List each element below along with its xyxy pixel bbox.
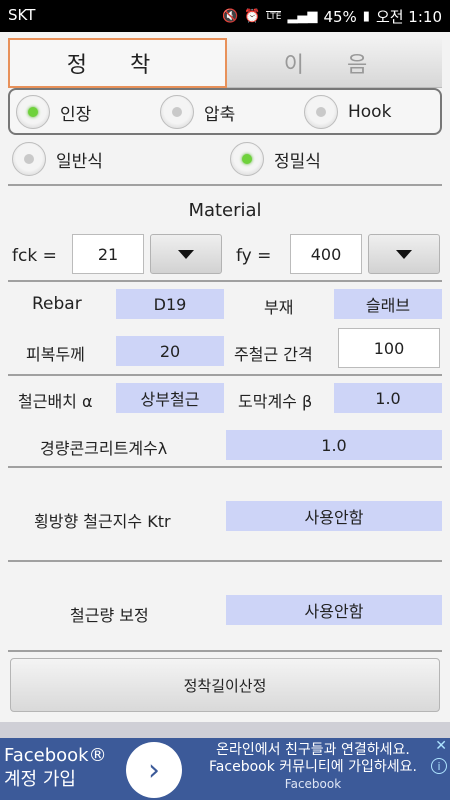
ad-line2: Facebook 커뮤니티에 가입하세요. bbox=[209, 759, 417, 775]
dropdown-arrow-icon bbox=[178, 249, 194, 259]
radio-selected-icon bbox=[230, 142, 264, 176]
fck-input[interactable]: 21 bbox=[72, 234, 144, 274]
correction-select[interactable]: 사용안함 bbox=[226, 595, 442, 625]
radio-label: Hook bbox=[348, 102, 392, 122]
divider bbox=[8, 374, 442, 376]
ad-brand-line2: 계정 가입 bbox=[4, 769, 76, 790]
radio-label: 일반식 bbox=[56, 151, 103, 172]
divider bbox=[8, 650, 442, 652]
fy-label: fy = bbox=[236, 246, 272, 266]
radio-precise[interactable]: 정밀식 bbox=[230, 142, 321, 176]
ad-source: Facebook bbox=[284, 777, 342, 791]
rebar-label: Rebar bbox=[32, 294, 82, 314]
info-icon[interactable]: i bbox=[431, 758, 447, 774]
member-select[interactable]: 슬래브 bbox=[334, 289, 442, 319]
cover-label: 피복두께 bbox=[26, 345, 85, 364]
cover-select[interactable]: 20 bbox=[116, 336, 224, 366]
app-content: 정 착 이 음 인장 압축 Hook 일반식 정밀식 Material fck … bbox=[0, 32, 450, 722]
divider bbox=[8, 466, 442, 468]
fck-dropdown-button[interactable] bbox=[150, 234, 222, 274]
status-icons: 🔇 ⏰ LTE ▂▄▆ 45% ▮ 오전 1:10 bbox=[222, 6, 442, 27]
radio-label: 정밀식 bbox=[274, 151, 321, 172]
lightweight-label: 경량콘크리트계수λ bbox=[40, 439, 168, 458]
correction-label: 철근량 보정 bbox=[70, 606, 149, 625]
ktr-label: 횡방향 철근지수 Ktr bbox=[34, 512, 171, 531]
chevron-right-icon: › bbox=[148, 752, 160, 788]
status-bar: SKT 🔇 ⏰ LTE ▂▄▆ 45% ▮ 오전 1:10 bbox=[0, 0, 450, 32]
divider bbox=[8, 560, 442, 562]
placement-select[interactable]: 상부철근 bbox=[116, 383, 224, 413]
calculate-length-button[interactable]: 정착길이산정 bbox=[10, 658, 440, 712]
radio-label: 인장 bbox=[60, 104, 92, 125]
dropdown-arrow-icon bbox=[396, 249, 412, 259]
carrier-name: SKT bbox=[8, 6, 36, 24]
ad-brand: Facebook® 계정 가입 bbox=[4, 744, 107, 792]
tab-splice[interactable]: 이 음 bbox=[227, 38, 442, 88]
fck-label: fck = bbox=[12, 246, 57, 266]
tab-anchorage[interactable]: 정 착 bbox=[8, 38, 227, 88]
close-icon[interactable]: ✕ bbox=[435, 738, 447, 754]
fy-dropdown-button[interactable] bbox=[368, 234, 440, 274]
spacing-input[interactable]: 100 bbox=[338, 328, 440, 368]
lightweight-select[interactable]: 1.0 bbox=[226, 430, 442, 460]
divider bbox=[8, 280, 442, 282]
ad-banner[interactable]: Facebook® 계정 가입 › 온라인에서 친구들과 연결하세요. Face… bbox=[0, 738, 450, 800]
radio-hook[interactable]: Hook bbox=[304, 95, 391, 129]
coating-label: 도막계수 β bbox=[238, 392, 313, 411]
mute-icon: 🔇 bbox=[222, 9, 239, 24]
spacing-label: 주철근 간격 bbox=[234, 345, 313, 364]
divider bbox=[8, 184, 442, 186]
radio-unselected-icon bbox=[160, 95, 194, 129]
tab-bar: 정 착 이 음 bbox=[8, 38, 442, 88]
signal-icon: ▂▄▆ bbox=[287, 9, 318, 24]
radio-selected-icon bbox=[16, 95, 50, 129]
rebar-select[interactable]: D19 bbox=[116, 289, 224, 319]
material-title: Material bbox=[188, 200, 262, 221]
ad-arrow-button[interactable]: › bbox=[126, 742, 182, 798]
screen-gap bbox=[0, 722, 450, 738]
ad-text: 온라인에서 친구들과 연결하세요. Facebook 커뮤니티에 가입하세요. … bbox=[188, 742, 438, 793]
ktr-select[interactable]: 사용안함 bbox=[226, 501, 442, 531]
ad-brand-line1: Facebook® bbox=[4, 745, 107, 766]
radio-compression[interactable]: 압축 bbox=[160, 95, 235, 129]
load-type-group: 인장 압축 Hook bbox=[8, 88, 442, 135]
radio-label: 압축 bbox=[204, 104, 236, 125]
clock: 오전 1:10 bbox=[375, 8, 442, 26]
radio-general[interactable]: 일반식 bbox=[12, 142, 103, 176]
battery-icon: ▮ bbox=[362, 9, 370, 24]
placement-label: 철근배치 α bbox=[18, 392, 93, 411]
radio-unselected-icon bbox=[304, 95, 338, 129]
network-type: LTE bbox=[266, 11, 282, 22]
radio-tension[interactable]: 인장 bbox=[16, 95, 91, 129]
battery-percent: 45% bbox=[323, 7, 357, 26]
coating-select[interactable]: 1.0 bbox=[334, 383, 442, 413]
alarm-icon: ⏰ bbox=[244, 9, 261, 24]
member-label: 부재 bbox=[264, 298, 294, 317]
radio-unselected-icon bbox=[12, 142, 46, 176]
fy-input[interactable]: 400 bbox=[290, 234, 362, 274]
ad-line1: 온라인에서 친구들과 연결하세요. bbox=[216, 742, 410, 758]
